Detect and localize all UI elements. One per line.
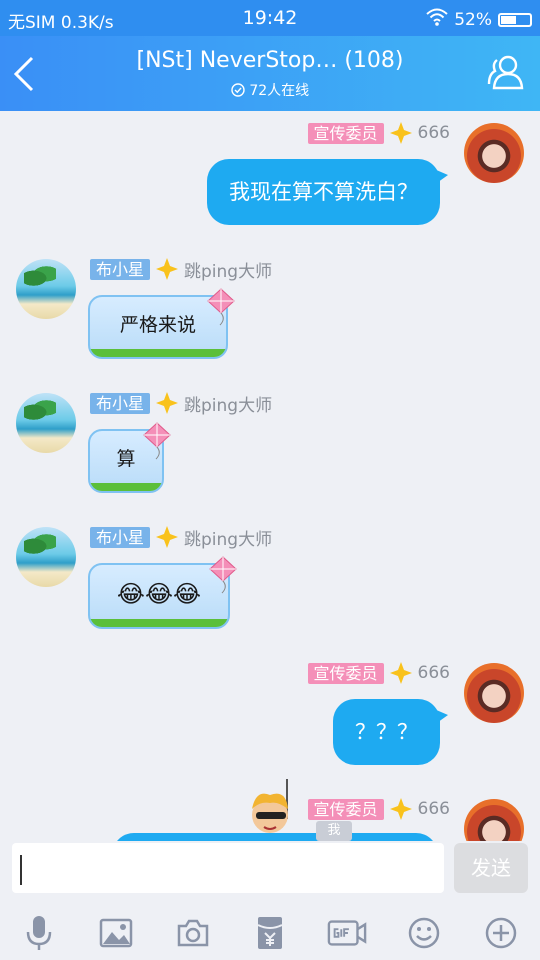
message-bubble[interactable]: 我现在算不算洗白？ [207,159,448,225]
gif-button[interactable] [327,913,367,953]
avatar[interactable] [16,259,76,319]
input-bar: 发送 [0,841,540,905]
level-text: 跳ping大师 [184,261,273,282]
status-right: 52% [426,8,532,31]
message-bubble[interactable]: ？？？ [333,699,448,765]
chat-header: [NSt] NeverStop… (108) 72人在线 [0,36,540,111]
message-text: 😂😂😂 [116,580,202,608]
bottom-toolbar [0,905,540,960]
star-icon [389,798,412,820]
sender-line: 宣传委员 666 [307,121,450,145]
title-badge: 布小星 [90,526,151,548]
message-text: 严格来说 [119,314,196,336]
online-count-text: 72人在线 [249,83,310,99]
avatar[interactable] [16,393,76,453]
bubble-grass [90,349,226,357]
avatar[interactable] [464,799,524,841]
voice-button[interactable] [19,913,59,953]
bubble-grass [90,483,162,491]
sender-line: 宣传委员 666 [307,661,450,685]
plus-icon [486,917,517,948]
star-icon [156,526,179,548]
battery-percent: 52% [454,9,492,30]
message-text: 算 [116,448,136,470]
microphone-icon [26,915,51,950]
sender-line: 布小星 跳ping大师 [90,391,273,416]
title-badge: 宣传委员 [307,122,384,144]
kite-icon [209,556,237,594]
online-check-icon [231,83,245,97]
send-button[interactable]: 发送 [454,843,528,893]
kite-icon [143,422,171,460]
title-badge: 布小星 [90,392,151,414]
title-badge: 宣传委员 [307,798,384,820]
self-label: 我 [316,821,352,841]
kite-icon [207,288,235,326]
red-packet-icon [257,916,283,949]
star-icon [156,258,179,280]
red-packet-button[interactable] [250,913,290,953]
title-badge: 布小星 [90,258,151,280]
group-title[interactable]: [NSt] NeverStop… (108) [0,48,540,73]
group-members-button[interactable] [486,52,526,92]
image-icon [99,918,132,947]
avatar[interactable] [464,123,524,183]
gif-icon [327,919,367,946]
message-input[interactable] [12,843,444,893]
camera-icon [177,919,209,946]
sender-line: 布小星 跳ping大师 [90,525,273,550]
level-text: 跳ping大师 [184,529,273,550]
bubble-grass [90,619,228,627]
avatar[interactable] [464,663,524,723]
online-count: 72人在线 [0,80,540,100]
level-text: 跳ping大师 [184,395,273,416]
wifi-icon [426,8,448,31]
level-text: 666 [417,123,450,143]
avatar[interactable] [16,527,76,587]
emoji-button[interactable] [404,913,444,953]
more-button[interactable] [481,913,521,953]
sender-line: 宣传委员 666 [307,797,450,821]
character-sticker [252,779,288,833]
status-bar: 无SIM 0.3K/s 19:42 52% [0,0,540,36]
star-icon [389,122,412,144]
sender-line: 布小星 跳ping大师 [90,257,273,282]
members-icon [487,55,524,90]
image-button[interactable] [96,913,136,953]
message-list[interactable]: 宣传委员 666 我现在算不算洗白？ 布小星 跳ping大师 严格来说 布小星 … [0,111,540,841]
star-icon [156,392,179,414]
title-badge: 宣传委员 [307,662,384,684]
emoji-icon [409,917,440,948]
level-text: 666 [417,799,450,819]
star-icon [389,662,412,684]
text-caret [20,855,22,885]
battery-icon [498,12,532,27]
camera-button[interactable] [173,913,213,953]
level-text: 666 [417,663,450,683]
